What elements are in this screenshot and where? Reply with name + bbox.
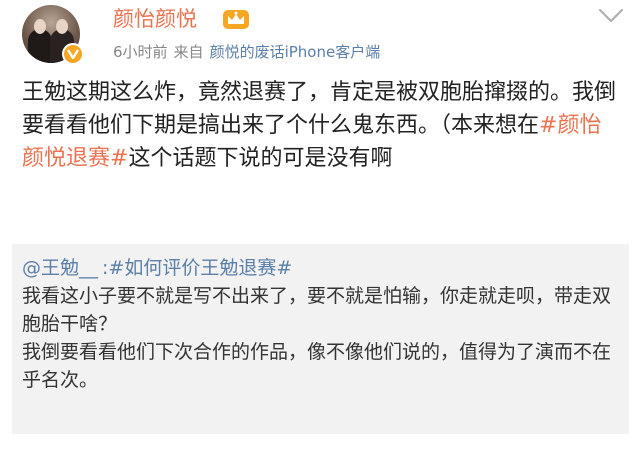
post-text: 王勉这期这么炸，竟然退赛了，肯定是被双胞胎撺掇的。我倒要看看他们下期是搞出来了个… [22, 76, 622, 175]
verified-badge-icon [62, 43, 84, 65]
post-meta: 6小时前 来自 颜悦的废话iPhone客户端 [113, 42, 380, 62]
chevron-down-icon[interactable] [596, 6, 626, 26]
post-header: 颜怡颜悦 6小时前 来自 颜悦的废话iPhone客户端 [0, 0, 641, 76]
source-prefix: 来自 [173, 43, 204, 61]
repost-hashtag[interactable]: #如何评价王勉退赛# [108, 257, 292, 279]
crown-icon [223, 10, 249, 29]
repost-text: @王勉__:#如何评价王勉退赛# 我看这小子要不就是写不出来了，要不就是怕输，你… [22, 254, 622, 394]
post-text-before: 王勉这期这么炸，竟然退赛了，肯定是被双胞胎撺掇的。我倒要看看他们下期是搞出来了个… [22, 80, 617, 138]
avatar-face-right [56, 19, 68, 34]
post-time: 6小时前 [113, 43, 168, 61]
repost-mention[interactable]: @王勉__ [22, 257, 98, 279]
repost-header-line: @王勉__:#如何评价王勉退赛# [22, 254, 622, 282]
avatar[interactable] [22, 5, 84, 65]
post-text-after: 这个话题下说的可是没有啊 [128, 146, 393, 171]
user-name[interactable]: 颜怡颜悦 [113, 6, 197, 32]
post-source[interactable]: 颜悦的废话iPhone客户端 [210, 43, 381, 61]
avatar-figure-left [28, 29, 52, 63]
repost-line-1: 我看这小子要不就是写不出来了，要不就是怕输，你走就走呗，带走双胞胎干啥？ [22, 285, 612, 335]
repost-line-2: 我倒要看看他们下次合作的作品，像不像他们说的，值得为了演而不在乎名次。 [22, 341, 612, 391]
avatar-face-left [34, 19, 46, 34]
repost-card[interactable]: @王勉__:#如何评价王勉退赛# 我看这小子要不就是写不出来了，要不就是怕输，你… [12, 244, 629, 434]
